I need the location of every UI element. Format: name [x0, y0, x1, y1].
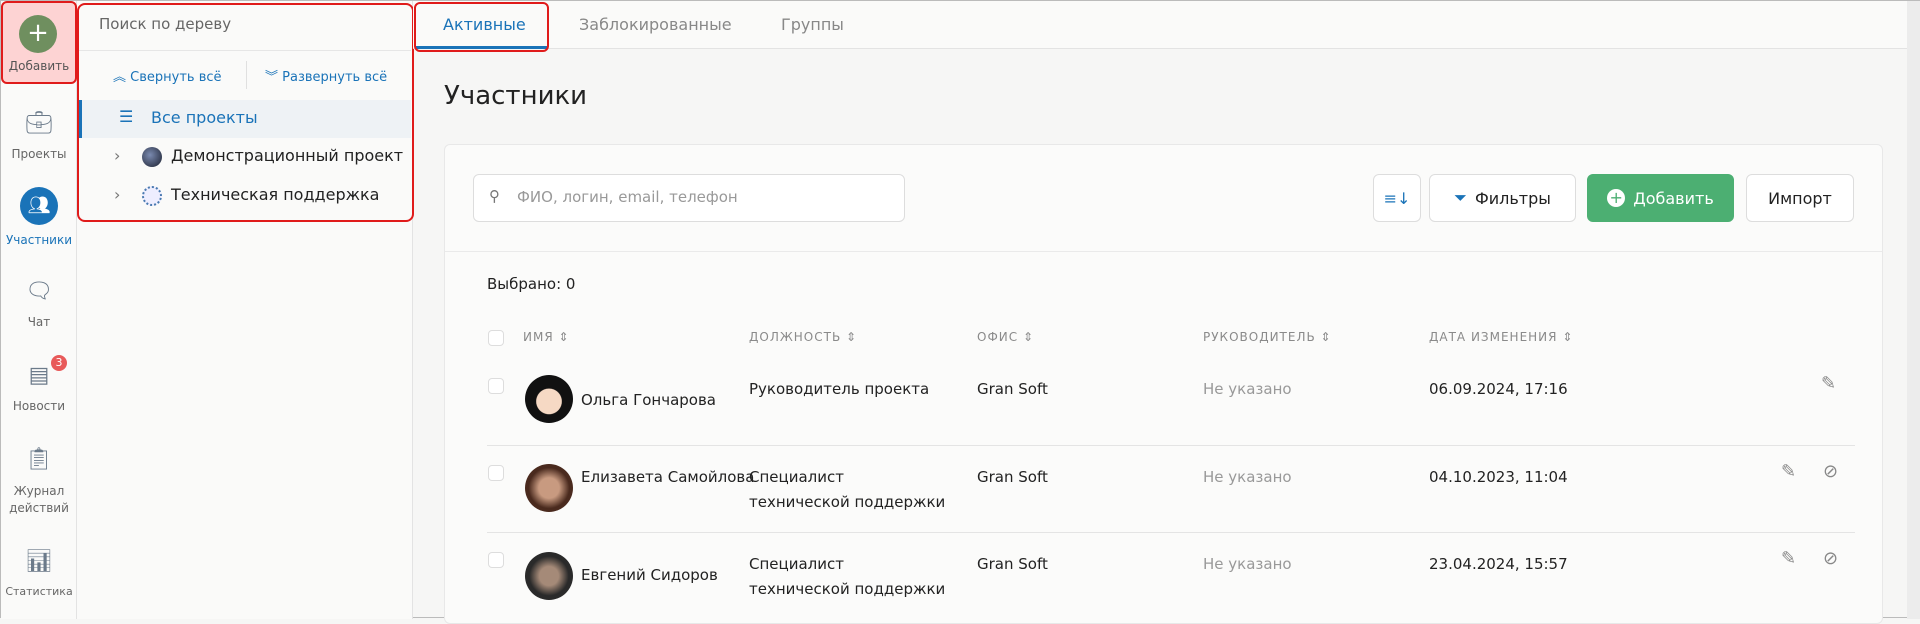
page-title: Участники	[444, 81, 588, 111]
tab-blocked[interactable]: Заблокированные	[579, 15, 732, 34]
row-divider	[487, 532, 1855, 533]
users-icon: 👥︎	[20, 187, 58, 225]
sort-button[interactable]: ≡↓	[1373, 174, 1421, 222]
row-divider	[487, 445, 1855, 446]
row-office: Gran Soft	[977, 380, 1048, 398]
import-button[interactable]: Импорт	[1746, 174, 1854, 222]
row-date: 06.09.2024, 17:16	[1429, 380, 1568, 398]
block-icon[interactable]: ⊘	[1823, 548, 1838, 569]
rail-item-members[interactable]: 👥︎ Участники	[1, 187, 77, 247]
col-name[interactable]: ИМЯ ⇕	[523, 330, 570, 344]
avatar	[525, 552, 573, 600]
clipboard-icon: 📋︎	[25, 447, 53, 472]
avatar	[525, 464, 573, 512]
bar-chart-icon: 📊︎	[25, 549, 53, 574]
row-position: Руководитель проекта	[749, 380, 930, 398]
edit-icon[interactable]: ✎	[1821, 373, 1836, 394]
tab-highlight	[414, 2, 549, 52]
row-checkbox[interactable]	[488, 465, 504, 481]
row-position: Специалист технической поддержки	[749, 555, 946, 598]
row-checkbox[interactable]	[488, 552, 504, 568]
news-icon: ▤	[28, 363, 50, 388]
col-manager[interactable]: РУКОВОДИТЕЛЬ ⇕	[1203, 330, 1332, 344]
row-office: Gran Soft	[977, 555, 1048, 573]
row-manager: Не указано	[1203, 380, 1292, 398]
selected-count: Выбрано: 0	[487, 275, 576, 293]
tree-highlight	[77, 3, 414, 222]
rail-item-projects[interactable]: 💼︎ Проекты	[1, 109, 77, 161]
briefcase-icon: 💼︎	[25, 111, 53, 136]
block-icon[interactable]: ⊘	[1823, 461, 1838, 482]
row-manager: Не указано	[1203, 468, 1292, 486]
row-position: Специалист технической поддержки	[749, 468, 946, 511]
row-name[interactable]: Елизавета Самойлова	[581, 465, 754, 490]
edit-icon[interactable]: ✎	[1781, 461, 1796, 482]
scrollbar[interactable]	[1907, 1, 1920, 619]
col-office[interactable]: ОФИС ⇕	[977, 330, 1034, 344]
row-date: 04.10.2023, 11:04	[1429, 468, 1568, 486]
chat-icon: 🗨︎	[25, 279, 53, 304]
rail-item-log[interactable]: 📋︎ Журнал действий	[1, 445, 77, 517]
add-plus-icon[interactable]: +	[19, 15, 57, 53]
col-date[interactable]: ДАТА ИЗМЕНЕНИЯ ⇕	[1429, 330, 1573, 344]
news-badge: 3	[51, 355, 67, 371]
divider	[445, 251, 1882, 252]
filter-icon: ⏷	[1454, 188, 1467, 207]
search-icon: ⚲	[489, 187, 500, 205]
search-placeholder: ФИО, логин, email, телефон	[517, 188, 738, 206]
row-date: 23.04.2024, 15:57	[1429, 555, 1568, 573]
select-all-checkbox[interactable]	[488, 330, 504, 346]
rail-item-chat[interactable]: 🗨︎ Чат	[1, 277, 77, 329]
edit-icon[interactable]: ✎	[1781, 548, 1796, 569]
avatar	[525, 375, 573, 423]
row-office: Gran Soft	[977, 468, 1048, 486]
row-name[interactable]: Евгений Сидоров	[581, 563, 718, 588]
sort-icon: ≡↓	[1383, 188, 1411, 208]
tab-groups[interactable]: Группы	[781, 15, 844, 34]
row-name[interactable]: Ольга Гончарова	[581, 388, 716, 413]
add-button[interactable]: + Добавить	[1587, 174, 1734, 222]
filters-button[interactable]: ⏷ Фильтры	[1429, 174, 1576, 222]
rail-item-stats[interactable]: 📊︎ Статистика	[1, 547, 77, 598]
col-position[interactable]: ДОЛЖНОСТЬ ⇕	[749, 330, 857, 344]
row-manager: Не указано	[1203, 555, 1292, 573]
row-checkbox[interactable]	[488, 378, 504, 394]
rail-add-label[interactable]: Добавить	[1, 59, 77, 73]
plus-circle-icon: +	[1607, 189, 1626, 207]
rail-item-news[interactable]: ▤ Новости	[1, 361, 77, 413]
